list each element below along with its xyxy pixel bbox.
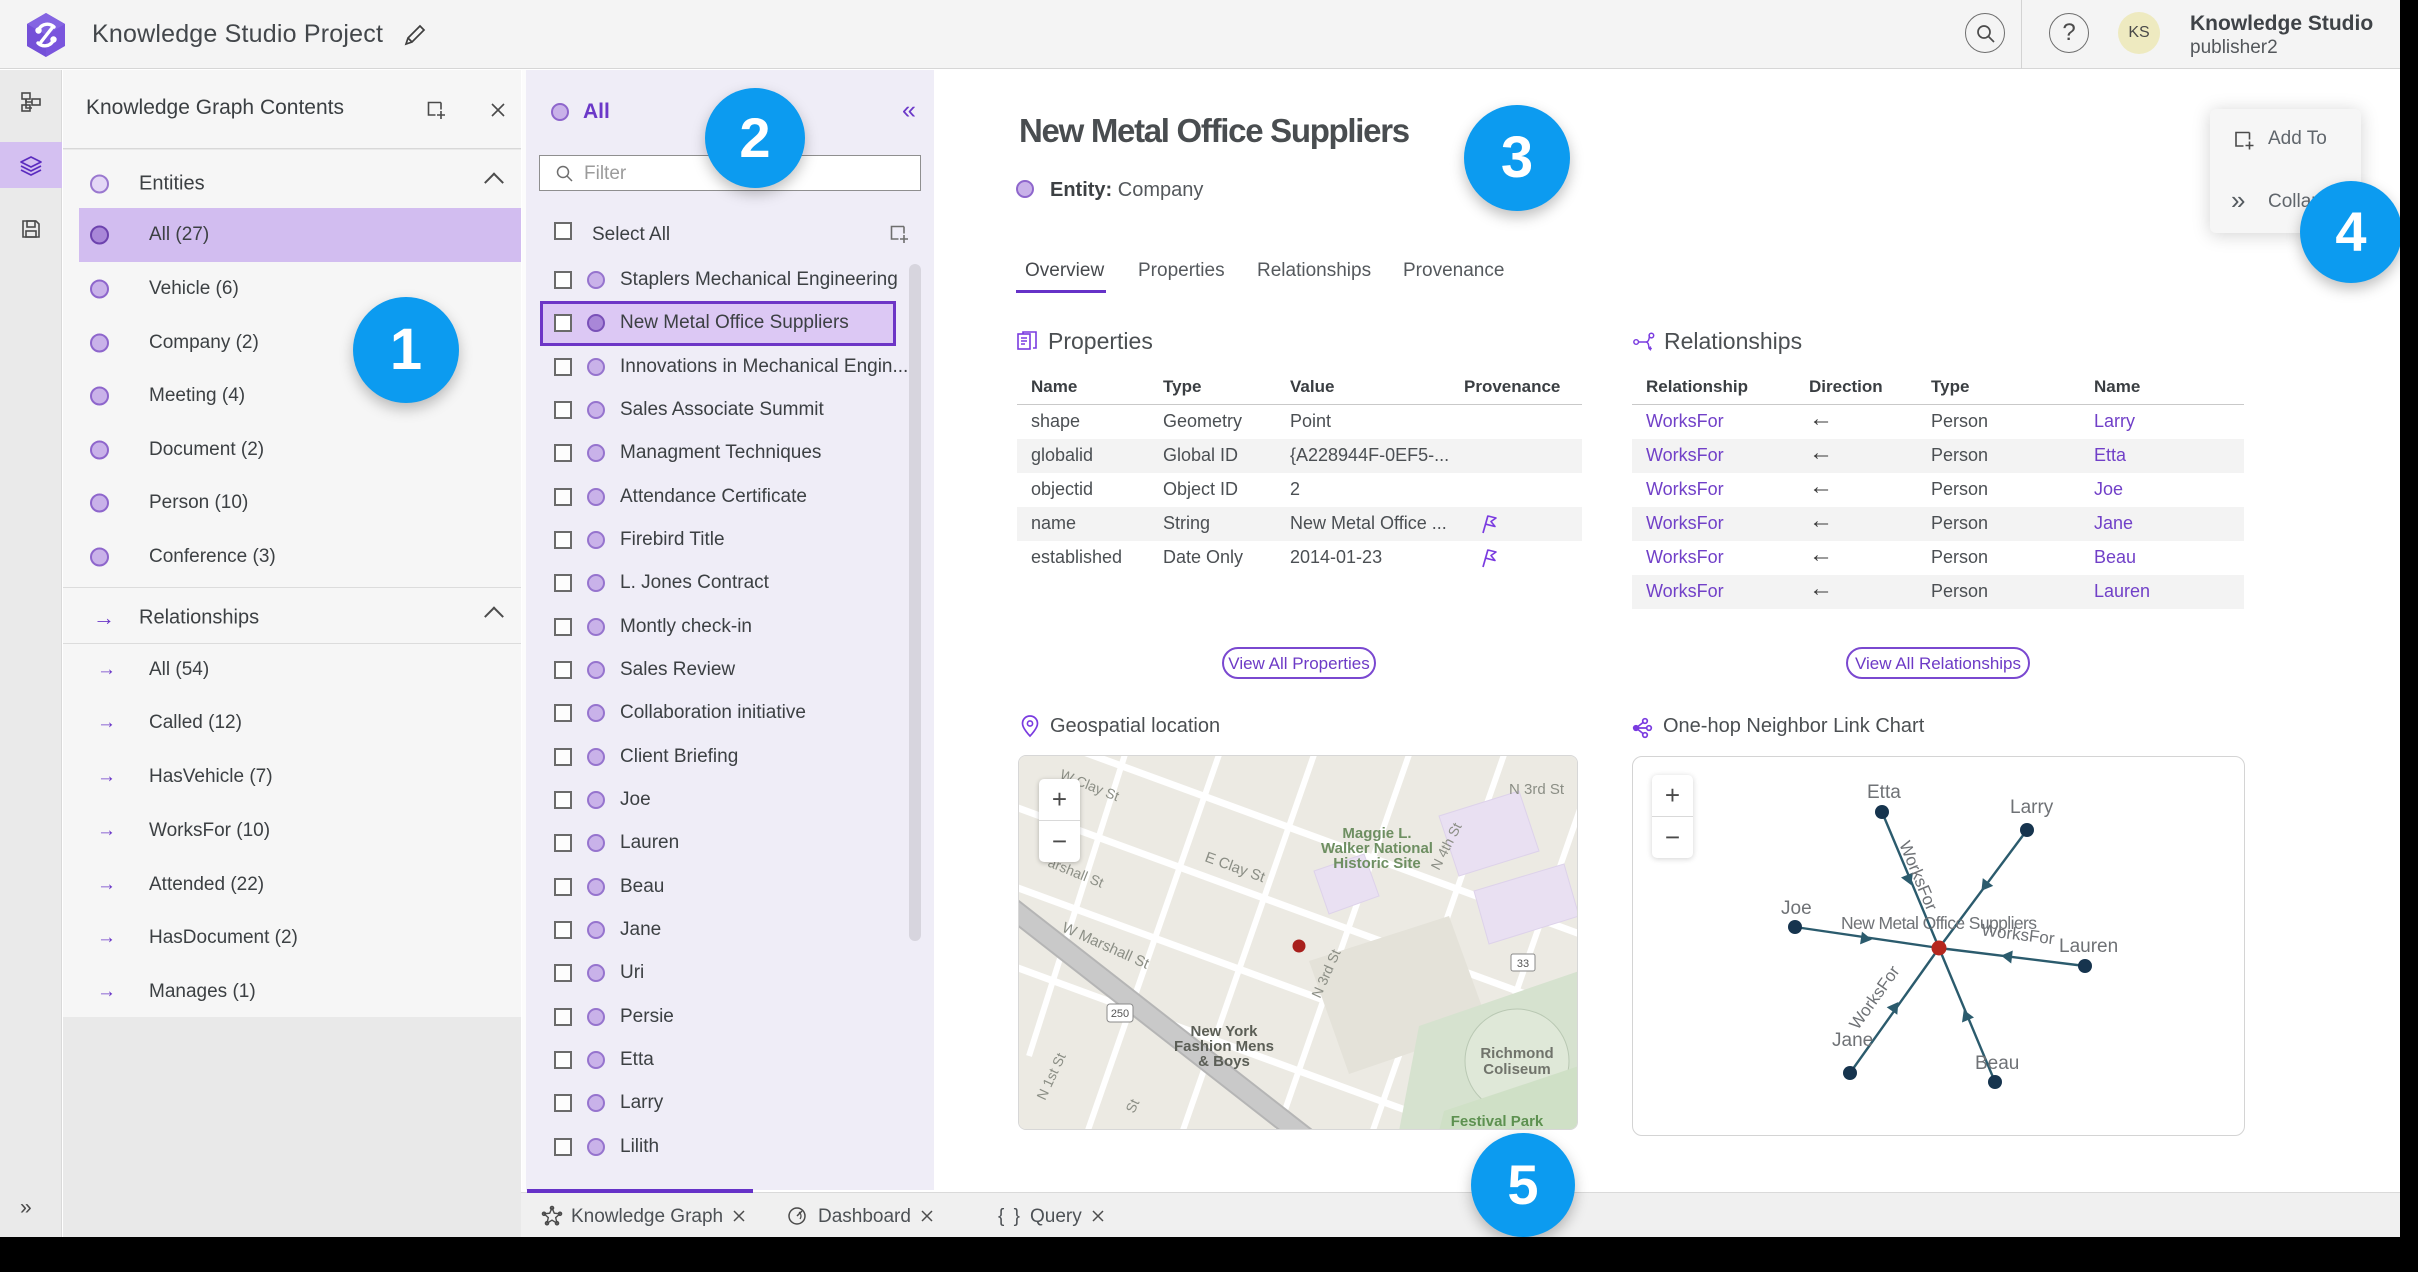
svg-text:250: 250	[1111, 1008, 1129, 1020]
svg-text:Historic Site: Historic Site	[1333, 855, 1421, 872]
svg-text:Festival Park: Festival Park	[1451, 1113, 1544, 1130]
svg-text:Richmond: Richmond	[1480, 1045, 1553, 1062]
svg-text:Etta: Etta	[1867, 782, 1901, 803]
svg-text:N 3rd St: N 3rd St	[1509, 781, 1565, 798]
svg-text:WorksFor: WorksFor	[1980, 921, 2055, 949]
svg-text:Joe: Joe	[1781, 898, 1812, 919]
svg-text:Larry: Larry	[2010, 797, 2054, 818]
svg-text:WorksFor: WorksFor	[1895, 838, 1941, 913]
svg-text:WorksFor: WorksFor	[1845, 962, 1903, 1033]
svg-text:Beau: Beau	[1975, 1053, 2019, 1074]
svg-text:33: 33	[1517, 958, 1529, 970]
svg-text:Jane: Jane	[1832, 1030, 1873, 1051]
svg-text:Lauren: Lauren	[2059, 936, 2118, 957]
svg-text:& Boys: & Boys	[1198, 1053, 1250, 1070]
svg-text:Coliseum: Coliseum	[1483, 1061, 1551, 1078]
